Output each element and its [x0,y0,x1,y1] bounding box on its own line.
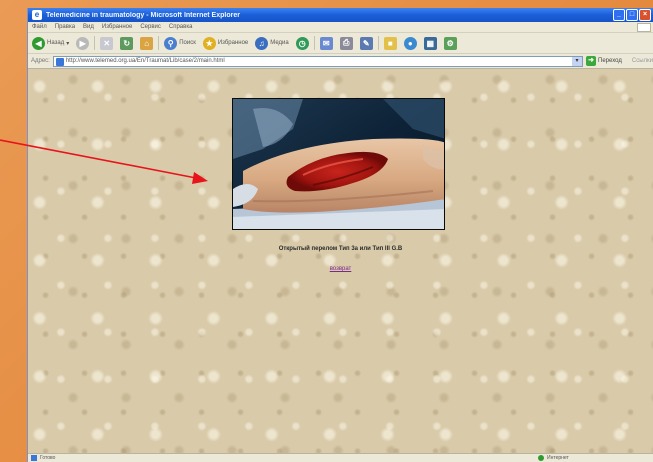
page-content: Открытый перелом Тип 3a или Тип III G.B … [28,69,653,453]
favorites-label: Избранное [217,40,249,46]
go-arrow-icon: ➜ [586,56,597,66]
back-button[interactable]: ◀ Назад ▾ [30,35,71,51]
star-icon: ★ [202,36,216,50]
go-label: Переход [598,58,622,64]
edit-icon: ✎ [359,36,373,50]
window-controls: _ □ × [613,9,651,21]
search-button[interactable]: ⚲ Поиск [162,35,198,51]
wound-photo [232,98,445,230]
toolbar-separator [158,36,160,50]
window-title: Telemedicine in traumatology - Microsoft… [46,11,240,19]
history-icon: ◷ [295,36,309,50]
photo-caption: Открытый перелом Тип 3a или Тип III G.B [278,246,403,252]
tools-button[interactable]: ⚙ [442,35,459,51]
back-label: Назад [47,40,65,46]
menu-tools[interactable]: Сервис [140,24,161,30]
search-icon: ⚲ [164,36,178,50]
print-icon: ⎙ [339,36,353,50]
research-button[interactable]: ▦ [422,35,439,51]
media-icon: ♫ [255,36,269,50]
toolbar-separator [94,36,96,50]
search-label: Поиск [179,40,196,46]
refresh-icon: ↻ [120,36,134,50]
print-button[interactable]: ⎙ [338,35,355,51]
tools-icon: ⚙ [443,36,457,50]
go-button[interactable]: ➜ Переход [586,56,622,67]
menu-file[interactable]: Файл [32,24,47,30]
messenger-button[interactable]: ● [402,35,419,51]
address-url: http://www.telemed.org.ua/En/Traumat/Lib… [65,58,225,64]
close-button[interactable]: × [639,9,651,21]
messenger-icon: ● [403,36,417,50]
status-bar: Готово Интернет [28,453,653,462]
menu-bar: Файл Правка Вид Избранное Сервис Справка [28,22,653,33]
back-dropdown-icon: ▾ [66,40,70,47]
standard-toolbar: ◀ Назад ▾ ▶ ✕ ↻ ⌂ ⚲ Поиск ★ Избранное ♫ … [28,33,653,54]
mail-icon: ✉ [319,36,333,50]
folder-icon: ■ [383,36,397,50]
stop-icon: ✕ [100,36,114,50]
wound-photo-illustration [233,99,444,229]
minimize-button[interactable]: _ [613,9,625,21]
media-label: Медиа [270,40,289,46]
mail-button[interactable]: ✉ [318,35,335,51]
ie-logo-icon: e [32,10,42,20]
home-button[interactable]: ⌂ [138,35,155,51]
edit-button[interactable]: ✎ [358,35,375,51]
links-button[interactable]: Ссылки [632,58,653,64]
browser-window: e Telemedicine in traumatology - Microso… [27,8,653,462]
page-icon [55,57,64,66]
windows-flag-icon [637,23,651,32]
toolbar-separator [377,36,379,50]
back-link[interactable]: возврат [28,266,653,272]
research-icon: ▦ [423,36,437,50]
internet-zone-icon [538,455,544,461]
status-page-icon [31,455,37,461]
refresh-button[interactable]: ↻ [118,35,135,51]
back-arrow-icon: ◀ [32,36,45,50]
home-icon: ⌂ [140,36,154,50]
toolbar-separator [313,36,315,50]
forward-arrow-icon: ▶ [76,36,90,50]
title-bar[interactable]: e Telemedicine in traumatology - Microso… [28,8,653,22]
folder-button[interactable]: ■ [382,35,399,51]
history-button[interactable]: ◷ [294,35,311,51]
forward-button[interactable]: ▶ [74,35,91,51]
menu-view[interactable]: Вид [83,24,94,30]
address-dropdown-icon[interactable]: ▾ [572,56,583,66]
favorites-button[interactable]: ★ Избранное [201,35,250,51]
maximize-button[interactable]: □ [626,9,638,21]
menu-help[interactable]: Справка [169,24,193,30]
media-button[interactable]: ♫ Медиа [253,35,290,51]
address-input[interactable]: http://www.telemed.org.ua/En/Traumat/Lib… [52,55,584,67]
menu-favorites[interactable]: Избранное [102,24,132,30]
stop-button[interactable]: ✕ [98,35,115,51]
menu-edit[interactable]: Правка [55,24,75,30]
address-bar: Адрес: http://www.telemed.org.ua/En/Trau… [28,54,653,69]
zone-text: Интернет [547,455,569,461]
status-text: Готово [40,455,56,461]
address-label: Адрес: [31,58,50,64]
